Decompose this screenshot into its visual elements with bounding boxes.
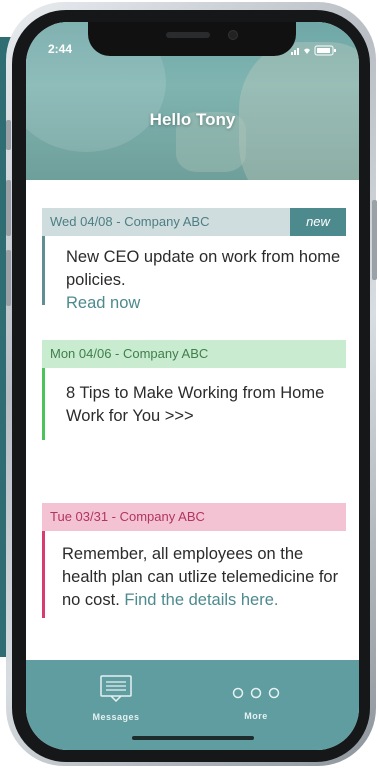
status-time: 2:44 (48, 42, 73, 56)
power-button (372, 200, 377, 280)
tab-bar: Messages More (26, 660, 359, 750)
tab-label: More (244, 711, 268, 721)
tab-messages[interactable]: Messages (66, 674, 166, 722)
new-badge: new (290, 208, 346, 236)
hero-banner: 2:44 Hello Tony (26, 22, 359, 180)
news-card[interactable]: Wed 04/08 - Company ABC new New CEO upda… (42, 208, 346, 312)
tab-more[interactable]: More (206, 686, 306, 721)
news-card[interactable]: Tue 03/31 - Company ABC Remember, all em… (42, 503, 346, 618)
card-date: Wed 04/08 - Company ABC (50, 214, 210, 229)
card-body: New CEO update on work from home policie… (42, 236, 346, 315)
status-icons (291, 44, 337, 59)
card-body: 8 Tips to Make Working from Home Work fo… (42, 368, 346, 428)
message-icon (100, 675, 132, 703)
phone-screen: 2:44 Hello Tony Wed 04/08 - Company ABC … (26, 22, 359, 750)
read-now-link[interactable]: Read now (66, 294, 140, 312)
tips-link[interactable]: 8 Tips to Make Working from Home Work fo… (66, 384, 324, 425)
card-body: Remember, all employees on the health pl… (42, 531, 346, 612)
volume-down-button (6, 250, 11, 306)
card-header: Mon 04/06 - Company ABC (42, 340, 346, 368)
speaker (166, 32, 210, 38)
signal-wifi-battery-icon (291, 45, 336, 56)
card-text: New CEO update on work from home policie… (66, 248, 341, 289)
more-dots-icon (232, 687, 280, 699)
card-date: Tue 03/31 - Company ABC (50, 509, 205, 524)
home-indicator (132, 736, 254, 740)
greeting-title: Hello Tony (149, 110, 236, 129)
news-card[interactable]: Mon 04/06 - Company ABC 8 Tips to Make W… (42, 340, 346, 440)
card-header: Tue 03/31 - Company ABC (42, 503, 346, 531)
mute-switch (6, 120, 11, 150)
volume-up-button (6, 180, 11, 236)
card-date: Mon 04/06 - Company ABC (50, 346, 209, 361)
tab-label: Messages (92, 712, 140, 722)
card-header: Wed 04/08 - Company ABC new (42, 208, 346, 236)
notch (88, 22, 296, 56)
camera (228, 30, 238, 40)
find-details-link[interactable]: Find the details here. (124, 591, 278, 609)
